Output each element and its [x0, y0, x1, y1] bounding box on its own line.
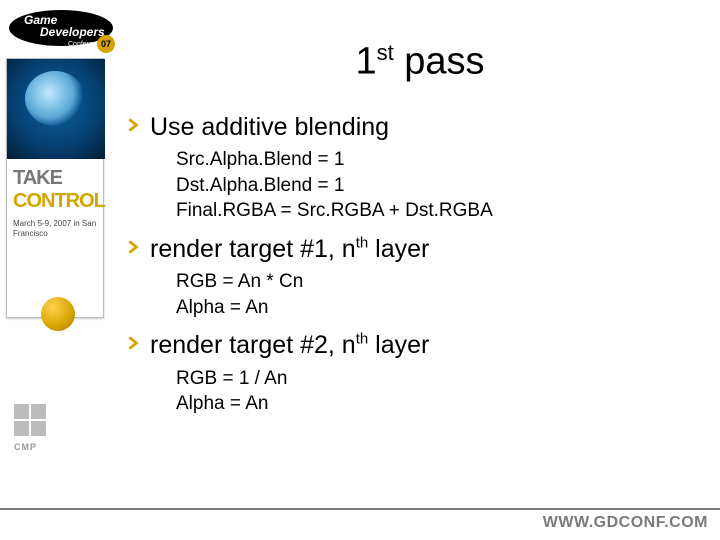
bullet-sublist: RGB = 1 / An Alpha = An — [176, 366, 720, 417]
title-prefix: 1 — [355, 41, 376, 83]
take-control-logo: TAKE CONTROL — [7, 159, 103, 217]
bullet-label: render target #1, nth layer — [150, 234, 429, 265]
sub-line: Alpha = An — [176, 391, 720, 417]
slide-title: 1st pass — [120, 40, 720, 84]
bullet-item: render target #1, nth layer — [128, 234, 720, 265]
sub-line: Alpha = An — [176, 295, 720, 321]
bullet-list: Use additive blending Src.Alpha.Blend = … — [128, 112, 720, 417]
footer-divider — [0, 508, 720, 510]
cmp-logo-icon — [14, 404, 50, 440]
title-ordinal: st — [377, 40, 394, 65]
sub-line: RGB = An * Cn — [176, 269, 720, 295]
title-rest: pass — [394, 41, 485, 83]
badge-card: TAKE CONTROL March 5-9, 2007 in San Fran… — [6, 58, 104, 318]
globe-icon — [7, 59, 105, 159]
badge-ball-icon — [41, 297, 75, 331]
control-word: CONTROL — [13, 190, 97, 213]
bullet-label: Use additive blending — [150, 112, 389, 143]
cmp-text: CMP — [14, 442, 37, 452]
gdc-logo: Game Developers Conference 07 — [6, 6, 116, 54]
svg-text:07: 07 — [101, 39, 111, 49]
footer-url: WWW.GDCONF.COM — [543, 514, 708, 532]
sub-line: Dst.Alpha.Blend = 1 — [176, 173, 720, 199]
slide-content: 1st pass Use additive blending Src.Alpha… — [120, 0, 720, 480]
chevron-right-icon — [128, 112, 150, 137]
bullet-item: render target #2, nth layer — [128, 330, 720, 361]
bullet-label: render target #2, nth layer — [150, 330, 429, 361]
take-word: TAKE — [13, 167, 97, 190]
sidebar: Game Developers Conference 07 TAKE CONTR… — [0, 0, 110, 470]
sub-line: Src.Alpha.Blend = 1 — [176, 147, 720, 173]
sub-line: RGB = 1 / An — [176, 366, 720, 392]
bullet-sublist: Src.Alpha.Blend = 1 Dst.Alpha.Blend = 1 … — [176, 147, 720, 224]
chevron-right-icon — [128, 234, 150, 259]
bullet-sublist: RGB = An * Cn Alpha = An — [176, 269, 720, 320]
sub-line: Final.RGBA = Src.RGBA + Dst.RGBA — [176, 198, 720, 224]
chevron-right-icon — [128, 330, 150, 355]
svg-text:Developers: Developers — [40, 25, 105, 39]
badge-date: March 5-9, 2007 in San Francisco — [7, 217, 103, 238]
bullet-item: Use additive blending — [128, 112, 720, 143]
